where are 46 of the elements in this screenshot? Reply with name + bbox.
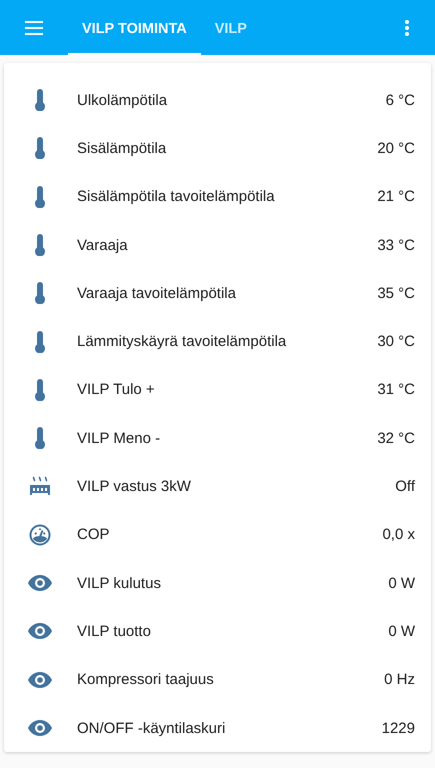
- eye-icon: [28, 623, 52, 640]
- menu-icon: [25, 20, 43, 34]
- entity-name: ON/OFF -käyntilaskuri: [77, 720, 226, 736]
- entity-state: 31 °C: [377, 381, 415, 398]
- thermometer-icon: [34, 330, 46, 353]
- entity-state: 33 °C: [377, 236, 415, 254]
- thermometer-icon: [34, 89, 46, 112]
- entity-name: VILP kulutus: [77, 574, 162, 592]
- entity-name: Sisälämpötila: [77, 140, 168, 157]
- entity-name: Ulkolämpötila: [77, 92, 168, 109]
- eye-icon: [28, 575, 52, 592]
- more-vertical-icon: [405, 20, 409, 36]
- entity-state: 0 Hz: [384, 671, 415, 688]
- entity-state: 21 °C: [377, 188, 415, 206]
- entity-name: VILP Meno -: [77, 430, 162, 447]
- entity-state: 6 °C: [386, 92, 415, 109]
- thermometer-icon: [34, 427, 46, 450]
- entity-name: Kompressori taajuus: [77, 671, 215, 688]
- entity-state: 32 °C: [377, 430, 415, 447]
- entity-name: Lämmityskäyrä tavoitelämpötila: [77, 333, 288, 350]
- thermometer-icon: [34, 137, 46, 160]
- tab[interactable]: VILP: [200, 0, 261, 55]
- thermometer-icon: [34, 186, 46, 208]
- entity-state: 1229: [382, 720, 415, 736]
- entity-state: 30 °C: [377, 333, 415, 350]
- entity-name: VILP Tulo +: [77, 381, 156, 398]
- entity-name: Sisälämpötila tavoitelämpötila: [77, 188, 276, 206]
- entity-name: COP: [77, 526, 111, 544]
- entity-state: 0,0 x: [382, 526, 415, 544]
- entity-state: Off: [395, 478, 415, 496]
- entity-state: 0 W: [388, 574, 415, 592]
- eye-icon: [28, 720, 52, 736]
- entity-name: Varaaja: [77, 236, 129, 254]
- entity-state: 35 °C: [377, 284, 415, 302]
- tab[interactable]: VILP TOIMINTA: [68, 0, 201, 55]
- gauge-icon: [29, 524, 51, 546]
- thermometer-icon: [34, 378, 46, 401]
- entity-state: 0 W: [388, 622, 415, 640]
- entity-name: VILP vastus 3kW: [77, 478, 192, 496]
- entity-name: Varaaja tavoitelämpötila: [77, 284, 237, 302]
- eye-icon: [28, 672, 52, 688]
- entity-state: 20 °C: [377, 140, 415, 157]
- thermometer-icon: [34, 282, 46, 304]
- radiator-icon: [29, 476, 51, 498]
- entity-name: VILP tuotto: [77, 622, 152, 640]
- thermometer-icon: [34, 234, 46, 256]
